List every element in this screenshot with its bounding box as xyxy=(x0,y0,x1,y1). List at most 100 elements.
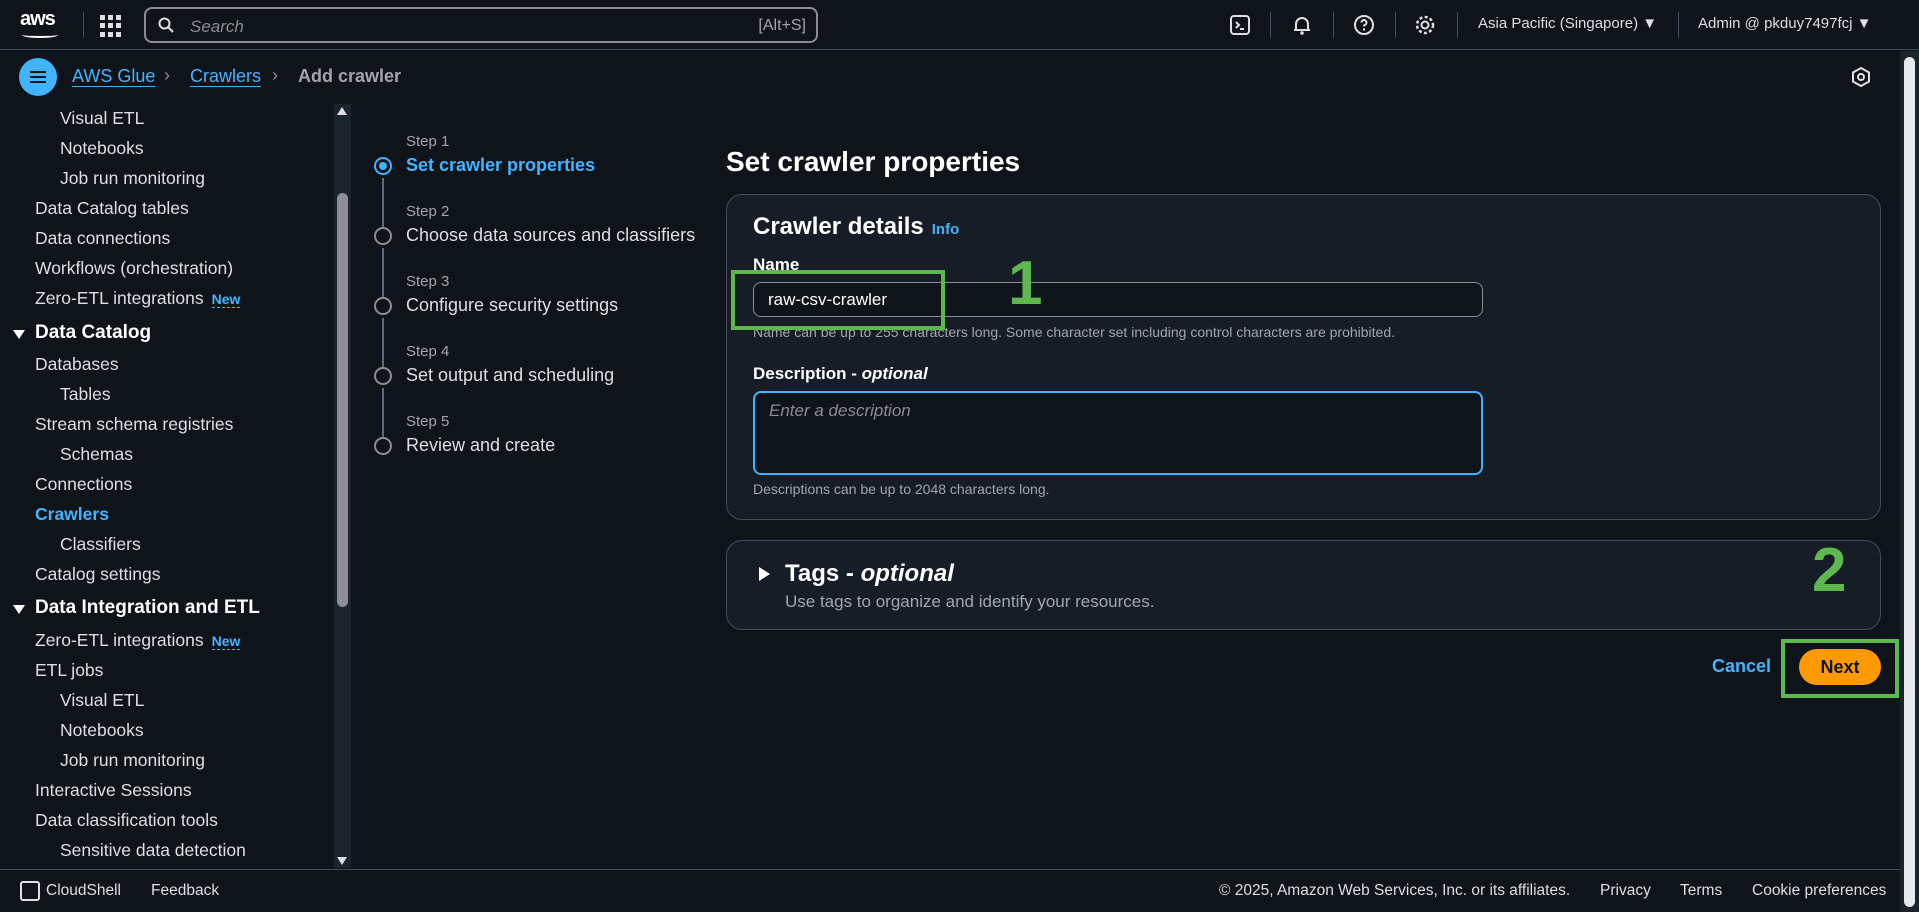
annotation-number-2: 2 xyxy=(1812,536,1847,605)
step-connector xyxy=(382,248,384,297)
footer-cookie-preferences[interactable]: Cookie preferences xyxy=(1752,882,1886,900)
sidebar-section-data-catalog[interactable]: Data Catalog xyxy=(35,322,151,344)
step-3-title: Configure security settings xyxy=(406,295,619,315)
step-1-title[interactable]: Set crawler properties xyxy=(406,155,595,176)
breadcrumb-bar: AWS Glue › Crawlers › Add crawler xyxy=(0,51,1900,103)
tags-panel[interactable]: Tags - optional Use tags to organize and… xyxy=(726,540,1881,630)
preferences-icon[interactable] xyxy=(1851,67,1871,87)
step-2-indicator xyxy=(374,227,392,245)
tags-title[interactable]: Tags - optional xyxy=(785,560,954,588)
divider xyxy=(1270,12,1271,38)
sidebar-item-tables[interactable]: Tables xyxy=(60,384,111,405)
panel-title: Crawler details Info xyxy=(753,213,960,240)
step-2-title: Choose data sources and classifiers xyxy=(406,225,696,245)
step-4-label: Step 4 xyxy=(406,343,450,360)
footer-cloudshell[interactable]: CloudShell xyxy=(46,882,121,900)
menu-button[interactable] xyxy=(19,58,57,96)
step-3-indicator xyxy=(374,297,392,315)
aws-logo[interactable]: aws xyxy=(20,8,62,40)
crawler-details-panel: Crawler details Info Name raw-csv-crawler… xyxy=(726,194,1881,520)
sidebar-item-etl-jobs[interactable]: ETL jobs xyxy=(35,660,103,681)
page-scrollbar[interactable] xyxy=(1900,51,1919,912)
sidebar-item-databases[interactable]: Databases xyxy=(35,354,119,375)
footer-privacy[interactable]: Privacy xyxy=(1600,882,1651,900)
chevron-down-icon: ▼ xyxy=(1642,15,1658,32)
page-title: Set crawler properties xyxy=(726,146,1021,177)
step-5-title: Review and create xyxy=(406,435,556,455)
chevron-right-icon: › xyxy=(272,65,278,85)
divider xyxy=(83,12,84,38)
scroll-up-icon[interactable] xyxy=(337,107,347,115)
footer-feedback[interactable]: Feedback xyxy=(151,882,219,900)
sidebar-item-data-classification-tools[interactable]: Data classification tools xyxy=(35,810,218,831)
divider xyxy=(1678,12,1679,38)
scroll-thumb[interactable] xyxy=(337,193,348,607)
sidebar-item-visual-etl[interactable]: Visual ETL xyxy=(60,108,144,129)
caret-right-icon[interactable] xyxy=(759,567,770,581)
sidebar-item-notebooks-2[interactable]: Notebooks xyxy=(60,720,144,741)
sidebar-item-stream-schema-registries[interactable]: Stream schema registries xyxy=(35,414,233,435)
sidebar-item-notebooks[interactable]: Notebooks xyxy=(60,138,144,159)
description-textarea[interactable]: Enter a description xyxy=(753,391,1483,475)
annotation-box-2 xyxy=(1781,639,1899,698)
step-connector xyxy=(382,388,384,437)
sidebar-item-visual-etl-2[interactable]: Visual ETL xyxy=(60,690,144,711)
sidebar-item-data-catalog-tables[interactable]: Data Catalog tables xyxy=(35,198,189,219)
scroll-down-icon[interactable] xyxy=(337,857,347,865)
gear-icon[interactable] xyxy=(1413,13,1437,37)
tags-description: Use tags to organize and identify your r… xyxy=(785,592,1155,611)
breadcrumb-crawlers[interactable]: Crawlers xyxy=(190,66,261,87)
search-input[interactable]: Search [Alt+S] xyxy=(144,7,818,43)
sidebar-item-data-connections[interactable]: Data connections xyxy=(35,228,170,249)
top-navigation: aws Search [Alt+S] Asia Pacific (Singapo… xyxy=(0,0,1919,50)
step-3-label: Step 3 xyxy=(406,273,450,290)
sidebar-item-schemas[interactable]: Schemas xyxy=(60,444,133,465)
caret-down-icon[interactable] xyxy=(13,605,25,614)
chevron-down-icon: ▼ xyxy=(1856,15,1872,32)
info-link[interactable]: Info xyxy=(932,221,960,238)
search-icon xyxy=(158,17,174,33)
account-menu[interactable]: Admin @ pkduy7497fcj ▼ xyxy=(1698,15,1872,32)
step-5-indicator xyxy=(374,437,392,455)
sidebar-item-classifiers[interactable]: Classifiers xyxy=(60,534,141,555)
footer-terms[interactable]: Terms xyxy=(1680,882,1722,900)
sidebar-item-interactive-sessions[interactable]: Interactive Sessions xyxy=(35,780,192,801)
sidebar-item-catalog-settings[interactable]: Catalog settings xyxy=(35,564,161,585)
annotation-box-1 xyxy=(731,270,945,330)
step-1-label: Step 1 xyxy=(406,133,450,150)
breadcrumb-add-crawler: Add crawler xyxy=(298,66,402,86)
sidebar-item-zero-etl[interactable]: Zero-ETL integrations New xyxy=(35,288,241,309)
annotation-number-1: 1 xyxy=(1008,249,1043,318)
cancel-button[interactable]: Cancel xyxy=(1712,656,1771,677)
cloudshell-icon[interactable] xyxy=(1228,13,1252,37)
divider xyxy=(1333,12,1334,38)
caret-down-icon[interactable] xyxy=(13,330,25,339)
new-badge: New xyxy=(211,291,241,308)
breadcrumb-aws-glue[interactable]: AWS Glue xyxy=(72,66,155,87)
step-2-label: Step 2 xyxy=(406,203,450,220)
sidebar-item-crawlers[interactable]: Crawlers xyxy=(35,504,109,525)
sidebar: Visual ETL Notebooks Job run monitoring … xyxy=(0,104,334,868)
sidebar-item-job-run-monitoring-2[interactable]: Job run monitoring xyxy=(60,750,205,771)
step-4-indicator xyxy=(374,367,392,385)
sidebar-item-connections[interactable]: Connections xyxy=(35,474,132,495)
step-1-indicator xyxy=(374,157,392,175)
sidebar-item-zero-etl-2[interactable]: Zero-ETL integrations New xyxy=(35,630,241,651)
sidebar-item-job-run-monitoring[interactable]: Job run monitoring xyxy=(60,168,205,189)
page-scroll-thumb[interactable] xyxy=(1904,57,1915,907)
footer: CloudShell Feedback © 2025, Amazon Web S… xyxy=(0,869,1900,912)
sidebar-section-data-integration[interactable]: Data Integration and ETL xyxy=(35,597,260,619)
chevron-right-icon: › xyxy=(164,65,170,85)
bell-icon[interactable] xyxy=(1290,13,1314,37)
sidebar-item-sensitive-data-detection[interactable]: Sensitive data detection xyxy=(60,840,246,861)
step-4-title: Set output and scheduling xyxy=(406,365,615,385)
sidebar-item-workflows[interactable]: Workflows (orchestration) xyxy=(35,258,233,279)
sidebar-scrollbar[interactable] xyxy=(334,104,351,868)
region-selector[interactable]: Asia Pacific (Singapore) ▼ xyxy=(1478,15,1657,32)
services-grid-icon[interactable] xyxy=(100,15,122,37)
step-5-label: Step 5 xyxy=(406,413,450,430)
description-placeholder: Enter a description xyxy=(769,401,911,420)
help-icon[interactable] xyxy=(1352,13,1376,37)
search-shortcut: [Alt+S] xyxy=(758,17,806,34)
cloudshell-icon[interactable] xyxy=(20,881,40,901)
